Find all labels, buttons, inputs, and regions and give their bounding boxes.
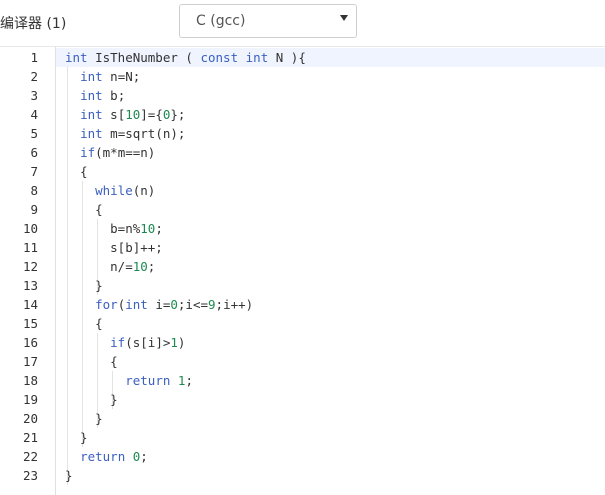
toolbar: 编译器 (1) C (gcc) [0,0,605,46]
code-line-text: return 1; [125,373,193,388]
line-number: 7 [30,164,38,179]
code-line-text: int IsTheNumber ( const int N ){ [65,50,306,65]
code-line[interactable]: { [56,200,605,219]
code-line[interactable]: int b; [56,86,605,105]
line-number-gutter: 1 2 3 4 5 6 7 8 9 10 11 12 13 14 15 16 17 18 19 20 21 22 23 [0,47,55,495]
code-line[interactable]: { [56,352,605,371]
code-line[interactable]: } [56,409,605,428]
code-line[interactable]: return 0; [56,447,605,466]
code-line[interactable]: if(s[i]>1) [56,333,605,352]
line-number: 18 [22,373,38,388]
code-line[interactable]: while(n) [56,181,605,200]
code-line-text: int m=sqrt(n); [80,126,186,141]
code-line[interactable]: n/=10; [56,257,605,276]
code-line-text: } [65,411,103,426]
line-number: 21 [22,430,38,445]
line-number: 12 [22,259,38,274]
line-number: 3 [30,88,38,103]
line-number: 14 [22,297,38,312]
line-number: 10 [22,221,38,236]
code-line-text: } [65,278,103,293]
code-line-text: { [65,164,88,179]
line-number: 22 [22,449,38,464]
line-number: 5 [30,126,38,141]
code-line-text: if(m*m==n) [80,145,156,160]
code-line-text: int n=N; [80,69,141,84]
line-number: 19 [22,392,38,407]
code-line[interactable]: for(int i=0;i<=9;i++) [56,295,605,314]
code-line[interactable]: return 1; [56,371,605,390]
code-line[interactable]: } [56,390,605,409]
line-number: 4 [30,107,38,122]
line-number: 23 [22,468,38,483]
compiler-select-value: C (gcc) [196,13,246,29]
line-number: 6 [30,145,38,160]
line-number: 8 [30,183,38,198]
code-line-text: { [65,316,103,331]
line-number: 15 [22,316,38,331]
code-line[interactable]: if(m*m==n) [56,143,605,162]
code-line-text: { [65,202,103,217]
line-number: 9 [30,202,38,217]
code-line[interactable]: int m=sqrt(n); [56,124,605,143]
line-number: 13 [22,278,38,293]
compiler-select[interactable]: C (gcc) [179,4,357,38]
code-line[interactable]: } [56,276,605,295]
code-line-text: } [65,392,118,407]
code-line-text: if(s[i]>1) [110,335,186,350]
code-line[interactable]: s[b]++; [56,238,605,257]
code-line[interactable]: int IsTheNumber ( const int N ){ [56,48,605,67]
code-line-text: for(int i=0;i<=9;i++) [95,297,254,312]
compiler-label: 编译器 (1) [0,16,67,32]
code-line-text: { [65,354,118,369]
code-line-text: } [65,468,73,483]
code-line-text: n/=10; [65,259,156,274]
code-line-text: int b; [80,88,126,103]
line-number: 11 [22,240,38,255]
code-line[interactable]: b=n%10; [56,219,605,238]
code-line[interactable]: int s[10]={0}; [56,105,605,124]
code-line[interactable]: int n=N; [56,67,605,86]
code-line[interactable]: { [56,162,605,181]
code-line-text: } [65,430,88,445]
line-number: 17 [22,354,38,369]
line-number: 20 [22,411,38,426]
code-line[interactable]: { [56,314,605,333]
code-line[interactable]: } [56,466,605,485]
code-editor[interactable]: 1 2 3 4 5 6 7 8 9 10 11 12 13 14 15 16 17 18 19 20 21 22 23 in… [0,47,605,495]
line-number: 1 [30,50,38,65]
code-area[interactable]: int IsTheNumber ( const int N ){ int n=N… [55,47,605,495]
code-line-text: b=n%10; [65,221,163,236]
code-line-text: return 0; [80,449,148,464]
line-number: 2 [30,69,38,84]
code-line-text: int s[10]={0}; [80,107,186,122]
code-line-text: while(n) [95,183,156,198]
line-number: 16 [22,335,38,350]
code-line-text: s[b]++; [65,240,163,255]
code-line[interactable]: } [56,428,605,447]
chevron-down-icon [340,15,348,21]
